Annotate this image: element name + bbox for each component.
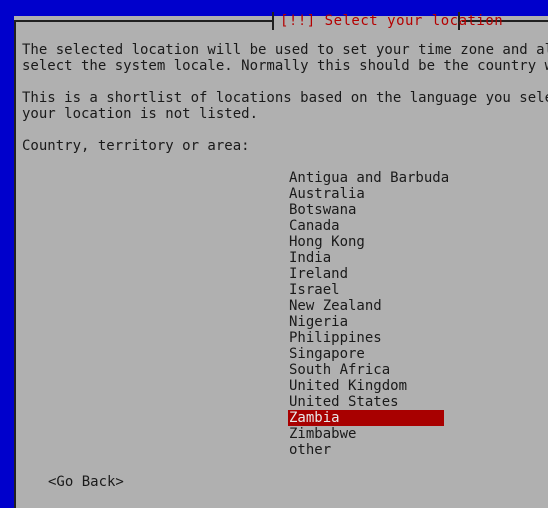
dialog-frame-left: [14, 20, 16, 508]
country-list-item[interactable]: Philippines: [288, 330, 540, 346]
country-list-item[interactable]: Israel: [288, 282, 540, 298]
dialog-frame-top-left: [14, 20, 272, 22]
dialog-title-tick-left: [272, 12, 274, 30]
country-list-item[interactable]: Zimbabwe: [288, 426, 540, 442]
country-list-item[interactable]: Singapore: [288, 346, 540, 362]
country-list-item[interactable]: New Zealand: [288, 298, 540, 314]
country-list-item[interactable]: South Africa: [288, 362, 540, 378]
installer-screen: [!!] Select your location The selected l…: [0, 0, 548, 508]
country-list-item[interactable]: Antigua and Barbuda: [288, 170, 540, 186]
country-list-item[interactable]: United Kingdom: [288, 378, 540, 394]
country-list-item[interactable]: Botswana: [288, 202, 540, 218]
country-list-item[interactable]: Zambia: [288, 410, 444, 426]
dialog-paragraph-2: This is a shortlist of locations based o…: [22, 90, 548, 122]
dialog-paragraph-1: The selected location will be used to se…: [22, 42, 548, 74]
country-list-item[interactable]: Ireland: [288, 266, 540, 282]
country-list-item[interactable]: United States: [288, 394, 540, 410]
country-list-item[interactable]: India: [288, 250, 540, 266]
country-list-item[interactable]: other: [288, 442, 540, 458]
country-list[interactable]: Antigua and Barbuda Australia Botswana Cana…: [288, 170, 540, 458]
dialog-title: [!!] Select your location: [280, 13, 504, 29]
country-list-item[interactable]: Nigeria: [288, 314, 540, 330]
go-back-button[interactable]: <Go Back>: [48, 474, 124, 490]
country-prompt-label: Country, territory or area:: [22, 138, 250, 154]
desktop-left-band: [0, 0, 8, 508]
country-list-item[interactable]: Australia: [288, 186, 540, 202]
country-list-item[interactable]: Hong Kong: [288, 234, 540, 250]
country-list-item[interactable]: Canada: [288, 218, 540, 234]
